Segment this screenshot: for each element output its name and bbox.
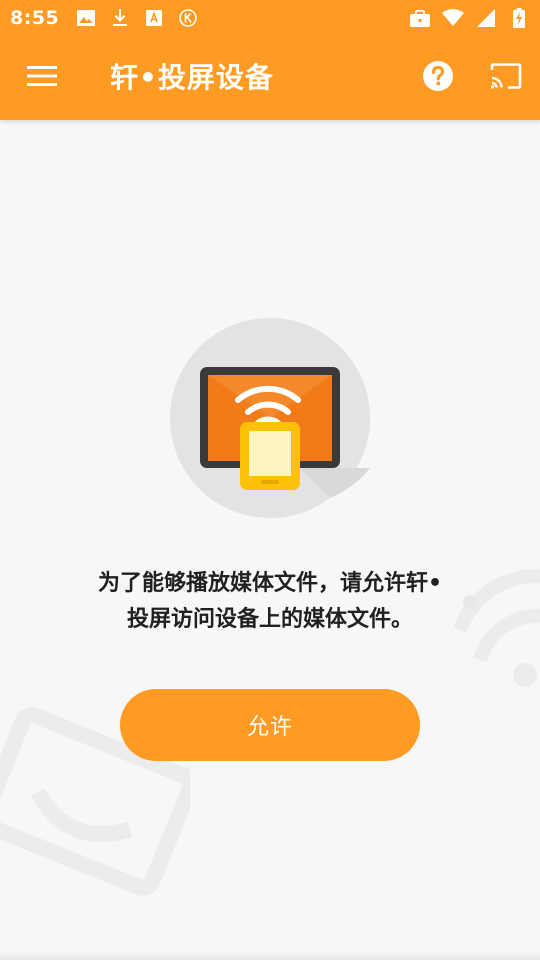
signal-icon (475, 7, 497, 29)
permission-message-line-1: 为了能够播放媒体文件，请允许轩• (97, 571, 443, 596)
allow-button[interactable]: 允许 (120, 689, 420, 761)
status-notification-icons (75, 7, 199, 29)
status-bar: 8:55 (0, 0, 540, 36)
media-permission-illustration (170, 318, 370, 518)
battery-charging-icon (508, 7, 530, 29)
help-icon (422, 60, 454, 96)
cast-button[interactable] (486, 58, 526, 98)
font-icon (143, 7, 165, 29)
bottom-edge (0, 952, 540, 960)
download-icon (109, 7, 131, 29)
status-time: 8:55 (10, 7, 60, 29)
app-bar: 轩•投屏设备 (0, 36, 540, 120)
menu-icon (27, 65, 57, 91)
help-button[interactable] (418, 58, 458, 98)
k-circle-icon (177, 7, 199, 29)
wifi-icon (442, 7, 464, 29)
screen: 8:55 轩•投屏设备 为了能够播放媒体文件，请允许轩• 投屏访问设备上的媒体文… (0, 0, 540, 960)
permission-message-line-2: 投屏访问设备上的媒体文件。 (126, 607, 413, 632)
briefcase-icon (409, 7, 431, 29)
image-icon (75, 7, 97, 29)
status-system-icons (409, 7, 530, 29)
cast-icon (490, 63, 522, 93)
permission-message: 为了能够播放媒体文件，请允许轩• 投屏访问设备上的媒体文件。 (40, 566, 500, 638)
app-title: 轩•投屏设备 (110, 61, 274, 94)
menu-button[interactable] (22, 58, 62, 98)
